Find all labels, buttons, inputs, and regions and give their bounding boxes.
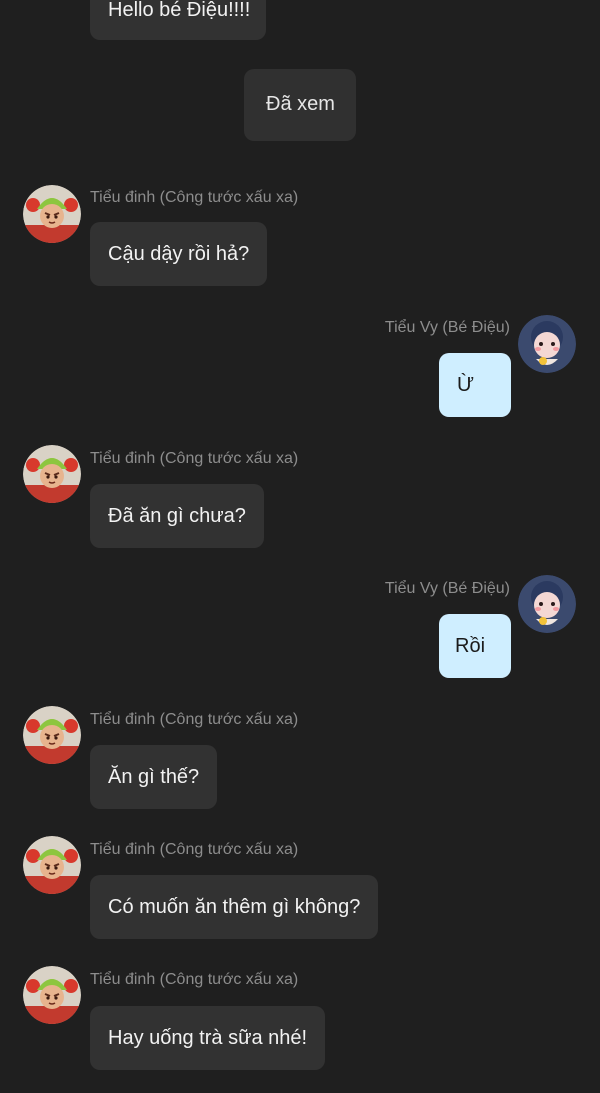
green-hat-character-avatar-icon xyxy=(23,966,81,1024)
green-hat-character-avatar-icon xyxy=(23,445,81,503)
sender-name-other: Tiểu đinh (Công tước xấu xa) xyxy=(90,450,299,467)
green-hat-character-avatar-icon xyxy=(23,185,81,243)
pink-bear-character-avatar-icon xyxy=(518,315,576,373)
message-text: Đã xem xyxy=(266,93,335,115)
sender-avatar-other[interactable] xyxy=(23,706,81,764)
sender-avatar-other[interactable] xyxy=(23,185,81,243)
message-bubble-center[interactable]: Đã xem xyxy=(244,69,356,141)
green-hat-character-avatar-icon xyxy=(23,706,81,764)
message-bubble-incoming[interactable]: Hay uống trà sữa nhé! xyxy=(90,1006,326,1070)
message-text: Đã ăn gì chưa? xyxy=(108,505,246,527)
message-text: Rồi xyxy=(455,635,486,657)
sender-name-other: Tiểu đinh (Công tước xấu xa) xyxy=(90,971,299,988)
message-text: Hello bé Điệu!!!! xyxy=(108,0,251,21)
message-text: Hay uống trà sữa nhé! xyxy=(108,1027,308,1049)
message-text: Cậu dậy rồi hả? xyxy=(108,243,250,265)
sender-avatar-me[interactable] xyxy=(518,575,576,633)
sender-name-me: Tiểu Vy (Bé Điệu) xyxy=(384,580,510,597)
message-text: Ừ xyxy=(457,374,475,396)
message-bubble-incoming[interactable]: Hello bé Điệu!!!! xyxy=(90,0,266,40)
pink-bear-character-avatar-icon xyxy=(518,575,576,633)
message-bubble-incoming[interactable]: Cậu dậy rồi hả? xyxy=(90,222,268,286)
chat-thread: Hello bé Điệu!!!! Đã xem Tiểu đinh (Công… xyxy=(0,0,600,1093)
sender-name-other: Tiểu đinh (Công tước xấu xa) xyxy=(90,841,299,858)
message-bubble-outgoing[interactable]: Rồi xyxy=(439,614,511,678)
message-bubble-incoming[interactable]: Ăn gì thế? xyxy=(90,745,218,809)
message-bubble-incoming[interactable]: Có muốn ăn thêm gì không? xyxy=(90,875,379,939)
sender-name-me: Tiểu Vy (Bé Điệu) xyxy=(384,319,510,336)
message-text: Ăn gì thế? xyxy=(108,766,200,788)
sender-avatar-other[interactable] xyxy=(23,445,81,503)
green-hat-character-avatar-icon xyxy=(23,836,81,894)
sender-avatar-other[interactable] xyxy=(23,836,81,894)
message-bubble-outgoing[interactable]: Ừ xyxy=(439,353,511,417)
sender-avatar-me[interactable] xyxy=(518,315,576,373)
sender-avatar-other[interactable] xyxy=(23,966,81,1024)
sender-name-other: Tiểu đinh (Công tước xấu xa) xyxy=(90,711,299,728)
message-text: Có muốn ăn thêm gì không? xyxy=(108,896,361,918)
sender-name-other: Tiểu đinh (Công tước xấu xa) xyxy=(90,189,299,206)
message-bubble-incoming[interactable]: Đã ăn gì chưa? xyxy=(90,484,264,548)
